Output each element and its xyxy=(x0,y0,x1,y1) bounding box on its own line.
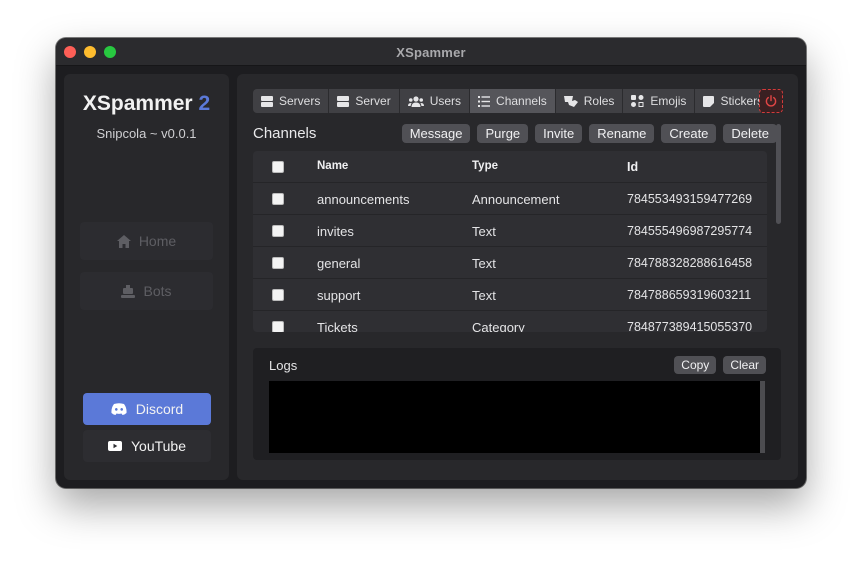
column-id: Id xyxy=(627,160,639,174)
clear-logs-button[interactable]: Clear xyxy=(723,356,766,374)
window-title: XSpammer xyxy=(396,45,466,60)
tab-channels[interactable]: Channels xyxy=(470,89,556,113)
table-row[interactable]: invites Text 784555496987295774 xyxy=(253,215,767,247)
tab-server-label: Server xyxy=(355,94,391,108)
channel-name: support xyxy=(317,288,361,303)
home-icon xyxy=(116,234,131,248)
tab-users-label: Users xyxy=(429,94,462,108)
tab-servers[interactable]: Servers xyxy=(253,89,330,113)
channel-type: Text xyxy=(472,256,496,271)
nav-home-button[interactable]: Home xyxy=(80,222,213,260)
copy-logs-button[interactable]: Copy xyxy=(674,356,717,374)
tab-emojis-label: Emojis xyxy=(650,94,687,108)
youtube-label: YouTube xyxy=(130,438,186,454)
nav-bots-label: Bots xyxy=(143,283,172,299)
table-row[interactable]: announcements Announcement 7845534931594… xyxy=(253,183,767,215)
tab-roles-label: Roles xyxy=(583,94,615,108)
invite-button[interactable]: Invite xyxy=(535,124,583,143)
logs-panel: Logs Copy Clear xyxy=(253,348,781,460)
brand-title: XSpammer 2 xyxy=(64,92,229,116)
discord-link-button[interactable]: Discord xyxy=(83,393,211,425)
logs-scrollbar[interactable] xyxy=(760,381,765,453)
channel-id: 784788659319603211 xyxy=(627,288,752,302)
tab-emojis[interactable]: Emojis xyxy=(623,89,696,113)
power-button[interactable] xyxy=(759,89,783,113)
sticker-icon xyxy=(703,95,715,107)
channel-name: invites xyxy=(317,224,354,239)
power-icon xyxy=(765,95,777,107)
channel-name: general xyxy=(317,256,361,271)
main-scrollbar[interactable] xyxy=(776,124,781,224)
table-row[interactable]: support Text 784788659319603211 xyxy=(253,279,767,311)
tab-channels-label: Channels xyxy=(496,94,547,108)
tab-stickers-label: Stickers xyxy=(720,94,764,108)
title-bar: XSpammer xyxy=(56,38,806,66)
column-name: Name xyxy=(317,160,349,172)
message-button[interactable]: Message xyxy=(401,124,471,143)
list-icon xyxy=(478,95,491,107)
tab-users[interactable]: Users xyxy=(399,89,471,113)
emojis-icon xyxy=(631,95,644,107)
table-row[interactable]: general Text 784788328288616458 xyxy=(253,247,767,279)
row-checkbox[interactable] xyxy=(272,193,284,205)
tab-servers-label: Servers xyxy=(279,94,321,108)
channel-id: 784877389415055370 xyxy=(627,320,753,332)
create-button[interactable]: Create xyxy=(661,124,717,143)
channel-id: 784555496987295774 xyxy=(627,224,753,238)
sidebar: XSpammer 2 Snipcola ~ v0.0.1 Home Bots D… xyxy=(64,74,229,480)
row-checkbox[interactable] xyxy=(272,321,284,332)
discord-icon xyxy=(111,403,127,415)
brand-name: XSpammer xyxy=(82,92,193,115)
column-type: Type xyxy=(472,160,498,172)
select-all-checkbox[interactable] xyxy=(272,161,284,173)
channel-name: Tickets xyxy=(317,320,358,332)
row-checkbox[interactable] xyxy=(272,225,284,237)
tab-bar: Servers Server Users Channels Roles Emoj… xyxy=(253,89,772,113)
channel-type: Text xyxy=(472,224,496,239)
channel-type: Text xyxy=(472,288,496,303)
server-icon xyxy=(337,95,350,107)
roles-icon xyxy=(563,95,578,107)
main-panel: Servers Server Users Channels Roles Emoj… xyxy=(237,74,798,480)
youtube-icon xyxy=(107,441,122,451)
delete-button[interactable]: Delete xyxy=(723,124,777,143)
table-header: Name Type Id xyxy=(253,151,767,183)
channel-name: announcements xyxy=(317,192,410,207)
row-checkbox[interactable] xyxy=(272,289,284,301)
channel-id: 784553493159477269 xyxy=(627,192,753,206)
channel-actions: Message Purge Invite Rename Create Delet… xyxy=(401,124,777,143)
channel-type: Category xyxy=(472,320,525,332)
servers-icon xyxy=(261,95,273,107)
brand-version: 2 xyxy=(198,92,211,115)
rename-button[interactable]: Rename xyxy=(589,124,655,143)
channels-title: Channels xyxy=(253,125,317,142)
robot-icon xyxy=(121,284,136,298)
discord-label: Discord xyxy=(135,401,184,417)
purge-button[interactable]: Purge xyxy=(477,124,529,143)
logs-console[interactable] xyxy=(269,381,765,453)
app-window: XSpammer XSpammer 2 Snipcola ~ v0.0.1 Ho… xyxy=(56,38,806,488)
channel-id: 784788328288616458 xyxy=(627,256,753,270)
tab-server[interactable]: Server xyxy=(329,89,400,113)
nav-bots-button[interactable]: Bots xyxy=(80,272,213,310)
logs-actions: Copy Clear xyxy=(674,356,766,374)
brand-subtitle: Snipcola ~ v0.0.1 xyxy=(96,126,197,141)
table-row[interactable]: Tickets Category 784877389415055370 xyxy=(253,311,767,332)
channel-type: Announcement xyxy=(472,192,560,207)
row-checkbox[interactable] xyxy=(272,257,284,269)
tab-roles[interactable]: Roles xyxy=(555,89,624,113)
youtube-link-button[interactable]: YouTube xyxy=(83,430,211,462)
logs-title: Logs xyxy=(269,358,298,373)
users-icon xyxy=(407,95,424,107)
channels-table: Name Type Id announcements Announcement … xyxy=(253,151,767,332)
nav-home-label: Home xyxy=(138,233,177,249)
